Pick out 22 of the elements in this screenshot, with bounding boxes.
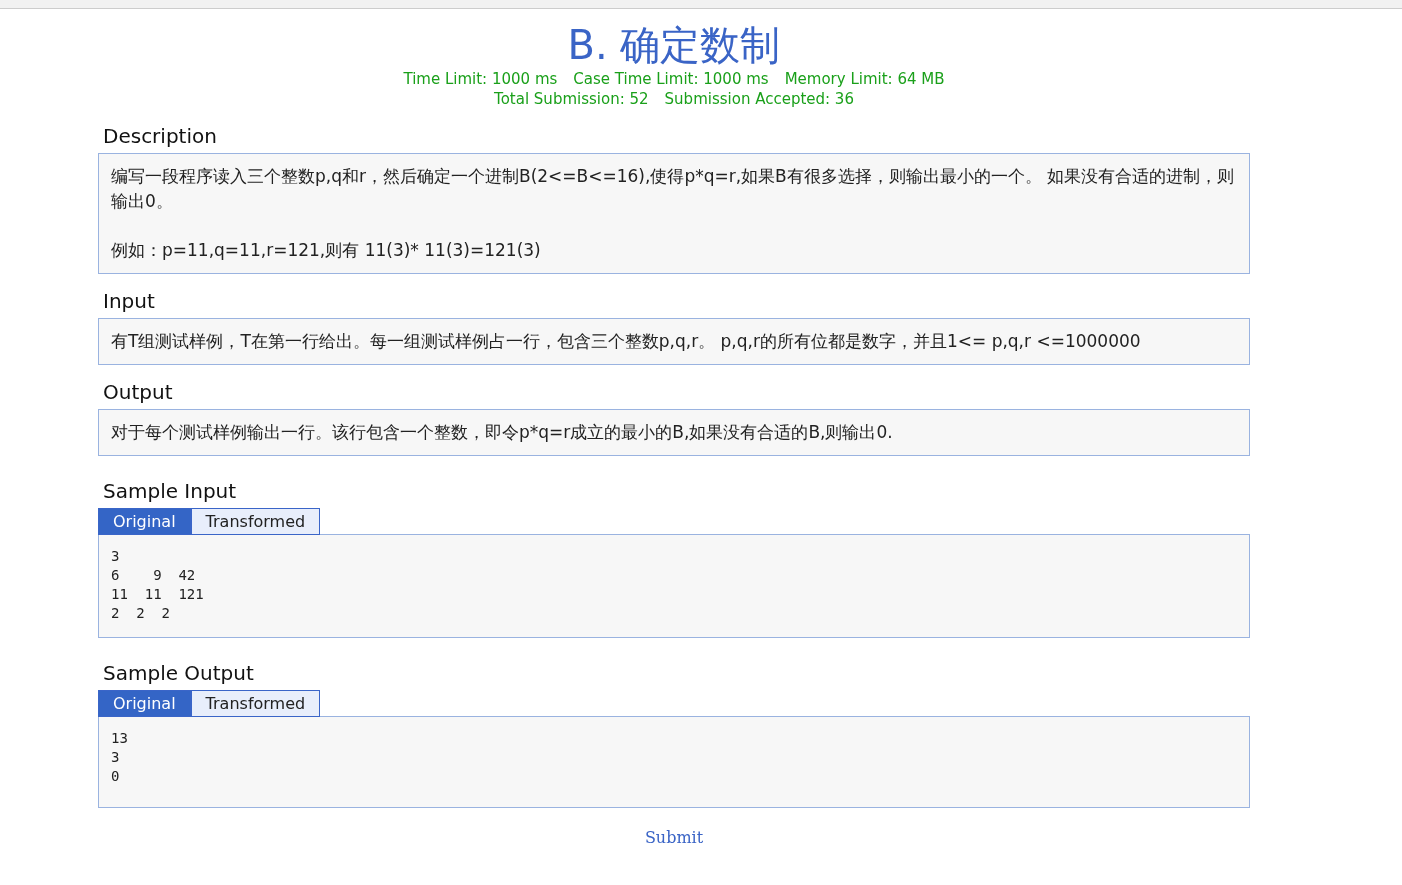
- submit-link[interactable]: Submit: [644, 828, 704, 847]
- section-heading: Sample Output: [103, 660, 254, 686]
- submission-stat: Total Submission: 52: [494, 89, 649, 109]
- view-tab[interactable]: Original: [98, 690, 191, 717]
- limit-info: Case Time Limit: 1000 ms: [573, 69, 769, 89]
- sample-text: 13 3 0: [111, 729, 129, 786]
- submission-stat: Submission Accepted: 36: [664, 89, 854, 109]
- view-tab[interactable]: Original: [98, 508, 191, 535]
- section-heading: Output: [103, 379, 173, 405]
- problem-title: B. 确定数制: [567, 21, 781, 69]
- section-heading: Description: [103, 123, 217, 149]
- view-tab[interactable]: Transformed: [190, 690, 321, 717]
- section-heading: Sample Input: [103, 478, 237, 504]
- view-tab[interactable]: Transformed: [190, 508, 321, 535]
- section-heading: Input: [103, 288, 155, 314]
- limit-info: Time Limit: 1000 ms: [403, 69, 558, 89]
- paragraph: 编写一段程序读入三个整数p,q和r，然后确定一个进制B(2<=B<=16),使得p*q=r,如果B有很多选择，则输出最小的一个。 如果没有合适的进制，则输出0。: [111, 165, 1236, 213]
- paragraph: 例如：p=11,q=11,r=121,则有 11(3)* 11(3)=121(3): [111, 239, 542, 262]
- paragraph: 对于每个测试样例输出一行。该行包含一个整数，即令p*q=r成立的最小的B,如果没有合适的B,则输出0.: [111, 421, 894, 444]
- limit-info: Memory Limit: 64 MB: [784, 69, 945, 89]
- sample-text: 3 6 9 42 11 11 121 2 2 2: [111, 547, 205, 623]
- paragraph: 有T组测试样例，T在第一行给出。每一组测试样例占一行，包含三个整数p,q,r。 p,q,r的所有位都是数字，并且1<= p,q,r <=1000000: [111, 330, 1142, 353]
